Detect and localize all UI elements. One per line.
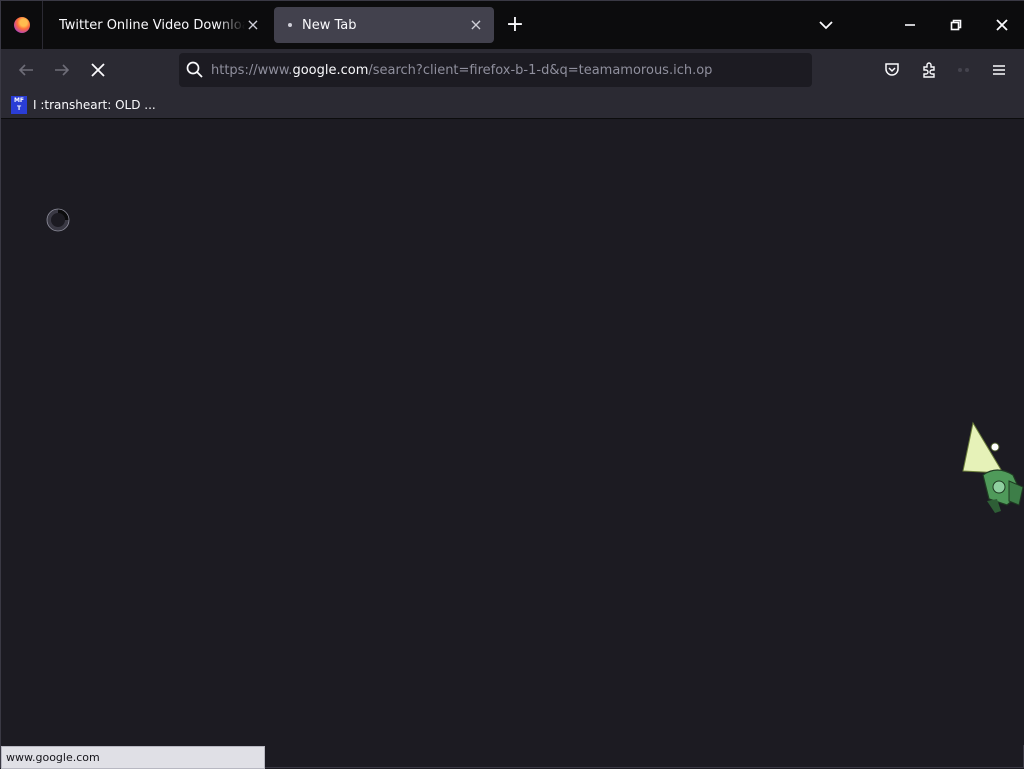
favicon-text-bottom: T — [16, 105, 22, 112]
tab-label: Twitter Online Video Downloader — [59, 17, 245, 33]
tab-twitter-downloader[interactable]: Twitter Online Video Downloader × — [45, 7, 271, 43]
menu-icon[interactable] — [987, 58, 1011, 82]
url-scheme: https://www. — [211, 62, 293, 78]
chevron-down-icon[interactable] — [814, 13, 838, 37]
restore-icon[interactable] — [933, 1, 979, 49]
window-close-icon[interactable] — [979, 1, 1024, 49]
url-domain: google.com — [292, 62, 369, 78]
tab-strip: Twitter Online Video Downloader × New Ta… — [1, 1, 1024, 49]
plus-icon[interactable]: + — [503, 13, 527, 37]
firefox-icon[interactable] — [1, 1, 43, 49]
extensions-icon[interactable] — [917, 58, 941, 82]
back-icon[interactable] — [14, 58, 38, 82]
favicon-text-top: MF — [13, 97, 25, 104]
tab-new-tab[interactable]: New Tab × — [274, 7, 494, 43]
url-text[interactable]: https://www.google.com/search?client=fir… — [211, 63, 812, 78]
bookmark-favicon: MF T — [11, 96, 27, 114]
url-path: /search?client=firefox-b-1-d&q=teamamoro… — [368, 62, 713, 78]
status-panel: www.google.com — [1, 746, 265, 769]
extension-badge-icon[interactable] — [952, 58, 976, 82]
page-content — [1, 119, 1024, 745]
bookmarks-toolbar: MF T I :transheart: OLD ... — [1, 91, 1024, 119]
desktop-mascot-image — [959, 421, 1024, 517]
forward-icon[interactable] — [50, 58, 74, 82]
browser-window: Twitter Online Video Downloader × New Ta… — [0, 0, 1024, 769]
bookmark-item[interactable]: MF T I :transheart: OLD ... — [11, 95, 156, 115]
search-icon — [185, 60, 205, 80]
minimize-icon[interactable] — [887, 1, 933, 49]
close-icon[interactable]: × — [245, 17, 261, 33]
loading-dot-icon — [288, 23, 292, 27]
spinner-icon — [46, 208, 70, 232]
close-icon[interactable]: × — [468, 17, 484, 33]
bookmark-label: I :transheart: OLD ... — [33, 98, 156, 112]
address-bar[interactable]: https://www.google.com/search?client=fir… — [179, 53, 812, 87]
stop-icon[interactable] — [86, 58, 110, 82]
pocket-icon[interactable] — [880, 58, 904, 82]
tab-label: New Tab — [302, 17, 357, 33]
